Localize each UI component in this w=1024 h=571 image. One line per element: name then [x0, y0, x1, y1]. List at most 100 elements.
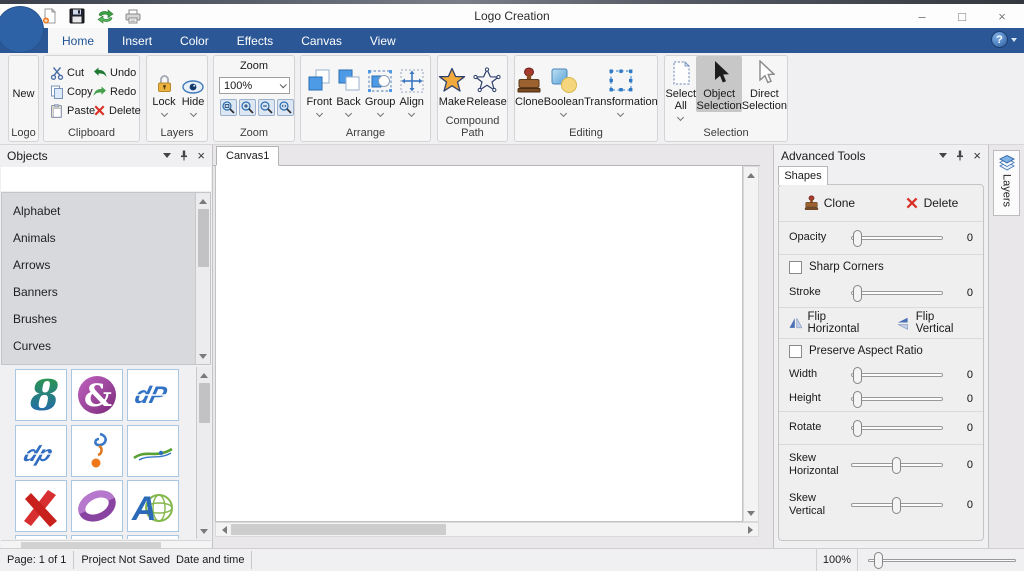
zoom-in-icon[interactable]: [239, 99, 256, 116]
paste-button[interactable]: Paste: [50, 101, 95, 120]
thumbnail-dp-slant-logo[interactable]: dp: [15, 425, 67, 477]
undo-button[interactable]: Undo: [93, 63, 141, 82]
thumbnail-partial[interactable]: [71, 535, 123, 539]
tab-insert[interactable]: Insert: [108, 28, 166, 53]
slider-thumb[interactable]: [874, 552, 883, 569]
redo-button[interactable]: Redo: [93, 82, 141, 101]
preserve-aspect-checkbox[interactable]: [789, 345, 802, 358]
panel-collapse-icon[interactable]: [939, 153, 947, 158]
object-selection-button[interactable]: Object Selection: [696, 56, 741, 112]
panel-close-icon[interactable]: ×: [973, 149, 981, 162]
thumbnail-spiral-pin-logo[interactable]: [71, 425, 123, 477]
lock-button[interactable]: Lock: [151, 56, 177, 116]
tab-canvas[interactable]: Canvas: [287, 28, 356, 53]
chevron-down-icon: [408, 110, 415, 117]
scroll-up-icon[interactable]: [196, 194, 210, 208]
advanced-tools-header: Advanced Tools ×: [774, 145, 988, 166]
category-arrows[interactable]: Arrows: [2, 251, 210, 278]
direct-selection-button[interactable]: Direct Selection: [742, 56, 787, 112]
canvas-document-tab[interactable]: Canvas1: [216, 146, 279, 166]
svg-text:dp: dp: [20, 441, 57, 466]
tab-shapes[interactable]: Shapes: [778, 166, 828, 185]
scroll-down-icon[interactable]: [744, 506, 758, 520]
height-slider[interactable]: [851, 391, 943, 408]
thumbnail-scrollbar[interactable]: [196, 367, 211, 539]
scroll-up-icon[interactable]: [744, 168, 758, 182]
category-banners[interactable]: Banners: [2, 278, 210, 305]
skew-vertical-slider[interactable]: [851, 497, 943, 514]
stroke-slider[interactable]: [851, 285, 943, 302]
panel-close-icon[interactable]: ×: [197, 149, 205, 162]
opacity-value: 0: [959, 232, 973, 244]
thumbnail-swoosh-bird-logo[interactable]: [127, 425, 179, 477]
rotate-slider[interactable]: [851, 420, 943, 437]
category-scrollbar[interactable]: [195, 193, 210, 364]
send-to-back-icon: [336, 64, 362, 94]
category-alphabet[interactable]: Alphabet: [2, 197, 210, 224]
thumbnail-globe-a-logo[interactable]: A: [127, 480, 179, 532]
flip-horizontal-button[interactable]: Flip Horizontal: [807, 311, 878, 335]
copy-button[interactable]: Copy: [50, 82, 95, 101]
objects-panel-hscrollbar[interactable]: [1, 540, 211, 548]
status-zoom-slider[interactable]: [868, 552, 1016, 569]
zoom-level-dropdown[interactable]: 100%: [219, 77, 290, 94]
tab-home[interactable]: Home: [48, 28, 108, 53]
width-slider[interactable]: [851, 367, 943, 384]
scroll-left-icon[interactable]: [217, 523, 231, 537]
maximize-button[interactable]: □: [942, 4, 982, 28]
scroll-down-icon[interactable]: [196, 349, 210, 363]
canvas-vertical-scrollbar[interactable]: [743, 166, 759, 522]
sharp-corners-checkbox[interactable]: [789, 261, 802, 274]
new-button[interactable]: New: [11, 64, 36, 123]
category-curves[interactable]: Curves: [2, 332, 210, 359]
scroll-up-icon[interactable]: [197, 368, 211, 382]
thumbnail-purple-o-logo[interactable]: [71, 480, 123, 532]
sharp-corners-row: Sharp Corners: [779, 255, 983, 279]
chevron-down-icon: [160, 110, 167, 117]
rotate-row: Rotate 0: [779, 412, 983, 444]
hide-button[interactable]: Hide: [180, 56, 206, 116]
pin-icon[interactable]: [180, 150, 188, 161]
opacity-slider[interactable]: [851, 230, 943, 247]
group-label-arrange: Arrange: [301, 127, 430, 139]
skew-horizontal-slider[interactable]: [851, 457, 943, 474]
redo-icon: [93, 86, 107, 98]
delete-shape-button[interactable]: Delete: [905, 196, 959, 210]
window-title: Logo Creation: [0, 4, 1024, 28]
tab-view[interactable]: View: [356, 28, 410, 53]
scrollbar-thumb[interactable]: [199, 383, 210, 423]
thumbnail-red-cross-logo[interactable]: [15, 480, 67, 532]
scrollbar-thumb[interactable]: [231, 524, 446, 535]
minimize-button[interactable]: –: [902, 4, 942, 28]
thumbnail-ribbon-eight-logo[interactable]: 8: [15, 369, 67, 421]
outline-star-icon: [473, 64, 501, 94]
panel-collapse-icon[interactable]: [163, 153, 171, 158]
flip-vertical-button[interactable]: Flip Vertical: [916, 311, 973, 335]
zoom-group-title: Zoom: [214, 60, 294, 72]
object-selection-cursor-icon: [708, 60, 730, 86]
help-button[interactable]: ?: [991, 31, 1017, 48]
zoom-fit-icon[interactable]: [220, 99, 237, 116]
delete-button[interactable]: Delete: [93, 101, 141, 120]
thumbnail-partial[interactable]: [15, 535, 67, 539]
category-brushes[interactable]: Brushes: [2, 305, 210, 332]
thumbnail-ampersand-circle-logo[interactable]: &: [71, 369, 123, 421]
thumbnail-dp-logo[interactable]: dP: [127, 369, 179, 421]
layers-side-tab[interactable]: Layers: [993, 150, 1020, 216]
scrollbar-thumb[interactable]: [198, 209, 209, 267]
scroll-right-icon[interactable]: [743, 523, 757, 537]
select-all-button[interactable]: Select All: [665, 56, 696, 120]
drawing-canvas[interactable]: [215, 166, 743, 522]
cut-button[interactable]: Cut: [50, 63, 95, 82]
clone-shape-button[interactable]: Clone: [804, 195, 855, 211]
tab-color[interactable]: Color: [166, 28, 223, 53]
zoom-actual-icon[interactable]: [277, 99, 294, 116]
category-animals[interactable]: Animals: [2, 224, 210, 251]
thumbnail-partial[interactable]: [127, 535, 179, 539]
canvas-horizontal-scrollbar[interactable]: [215, 522, 759, 537]
zoom-out-icon[interactable]: [258, 99, 275, 116]
tab-effects[interactable]: Effects: [223, 28, 287, 53]
scroll-down-icon[interactable]: [197, 524, 211, 538]
pin-icon[interactable]: [956, 150, 964, 161]
close-button[interactable]: ×: [982, 4, 1022, 28]
